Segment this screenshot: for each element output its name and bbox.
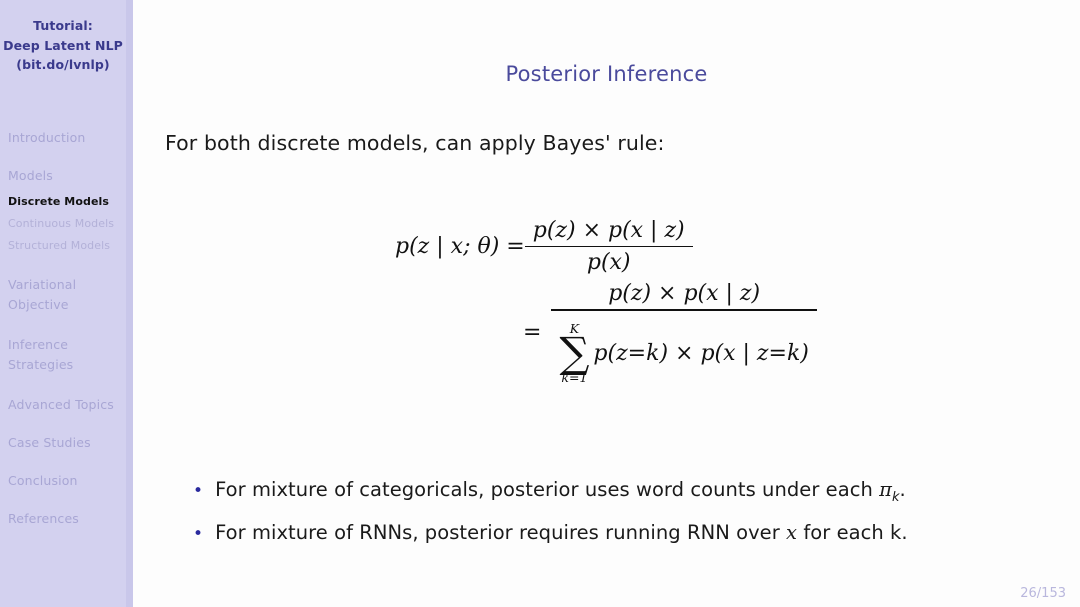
sidebar-title-line-2: Deep Latent NLP (3, 37, 123, 53)
posterior-equation: p(z | x; θ) = p(z) × p(x | z) p(x) = p(z… (133, 218, 1080, 384)
sidebar-nav: Introduction Models Discrete Models Cont… (8, 128, 128, 528)
summation-lower-limit: k=1 (561, 369, 588, 385)
bullet-2-symbol: x (786, 520, 798, 544)
bullet-1-text-after: . (899, 478, 906, 501)
sidebar-item-objective[interactable]: Objective (8, 295, 128, 315)
equation-numerator-1: p(z) × p(x | z) (532, 218, 685, 243)
bullet-1-symbol: π (879, 478, 893, 501)
page-title: Posterior Inference (505, 62, 708, 86)
equation-fraction-2: p(z) × p(x | z) K ∑ k=1 p(z=k) × p(x | z… (551, 281, 817, 385)
bullet-text-2: For mixture of RNNs, posterior requires … (215, 521, 908, 544)
equation-lhs: p(z | x; θ) = (395, 234, 525, 260)
sidebar-item-strategies[interactable]: Strategies (8, 355, 128, 375)
sidebar-item-variational[interactable]: Variational (8, 275, 128, 295)
equation-line-1: p(z | x; θ) = p(z) × p(x | z) p(x) (133, 218, 1080, 275)
sidebar-title: Tutorial: Deep Latent NLP (bit.do/lvnlp) (0, 16, 126, 75)
sidebar-item-discrete-models[interactable]: Discrete Models (8, 191, 128, 213)
lead-text: For both discrete models, can apply Baye… (165, 131, 665, 155)
sidebar-item-conclusion[interactable]: Conclusion (8, 471, 128, 490)
list-item: • For mixture of categoricals, posterior… (193, 478, 1073, 505)
sidebar-item-continuous-models[interactable]: Continuous Models (8, 213, 128, 235)
bullet-2-text-after: for each k. (797, 520, 908, 544)
sidebar-item-references[interactable]: References (8, 509, 128, 528)
summation-symbol-group: K ∑ k=1 (559, 322, 590, 385)
bullet-dot-icon: • (193, 481, 204, 501)
bullet-list: • For mixture of categoricals, posterior… (193, 478, 1073, 560)
equation-numerator-2: p(z) × p(x | z) (608, 281, 761, 307)
bullet-2-text-before: For mixture of RNNs, posterior requires … (215, 520, 787, 544)
equation-denominator-1: p(x) (586, 250, 631, 276)
sidebar-item-structured-models[interactable]: Structured Models (8, 235, 128, 257)
main-content: Posterior Inference For both discrete mo… (133, 0, 1080, 607)
equation-line-2: = p(z) × p(x | z) K ∑ k=1 p(z=k) × p(x |… (133, 281, 1080, 384)
bullet-dot-icon: • (193, 523, 204, 544)
sigma-icon: ∑ (559, 328, 590, 378)
slide: Tutorial: Deep Latent NLP (bit.do/lvnlp)… (0, 0, 1080, 607)
sidebar: Tutorial: Deep Latent NLP (bit.do/lvnlp)… (0, 0, 133, 607)
equation-denominator-2: K ∑ k=1 p(z=k) × p(x | z=k) (551, 311, 816, 385)
summation-expression: K ∑ k=1 p(z=k) × p(x | z=k) (559, 322, 809, 385)
sidebar-item-case-studies[interactable]: Case Studies (8, 433, 128, 452)
equation-fraction-1: p(z) × p(x | z) p(x) (524, 218, 693, 276)
sidebar-item-models[interactable]: Models (8, 166, 128, 185)
page-number: 26/153 (1020, 586, 1066, 601)
sidebar-title-line-3: (bit.do/lvnlp) (16, 57, 110, 72)
equation-equals-sign: = (523, 320, 542, 346)
sidebar-title-line-1: Tutorial: (33, 18, 93, 33)
list-item: • For mixture of RNNs, posterior require… (193, 521, 1073, 544)
bullet-text-1: For mixture of categoricals, posterior u… (215, 478, 906, 505)
sidebar-item-inference[interactable]: Inference (8, 335, 128, 355)
sidebar-item-introduction[interactable]: Introduction (8, 128, 128, 147)
summation-body: p(z=k) × p(x | z=k) (593, 341, 809, 367)
sidebar-item-advanced-topics[interactable]: Advanced Topics (8, 395, 128, 414)
bullet-1-symbol-subscript: k (892, 489, 900, 505)
bullet-1-text-before: For mixture of categoricals, posterior u… (215, 478, 880, 501)
